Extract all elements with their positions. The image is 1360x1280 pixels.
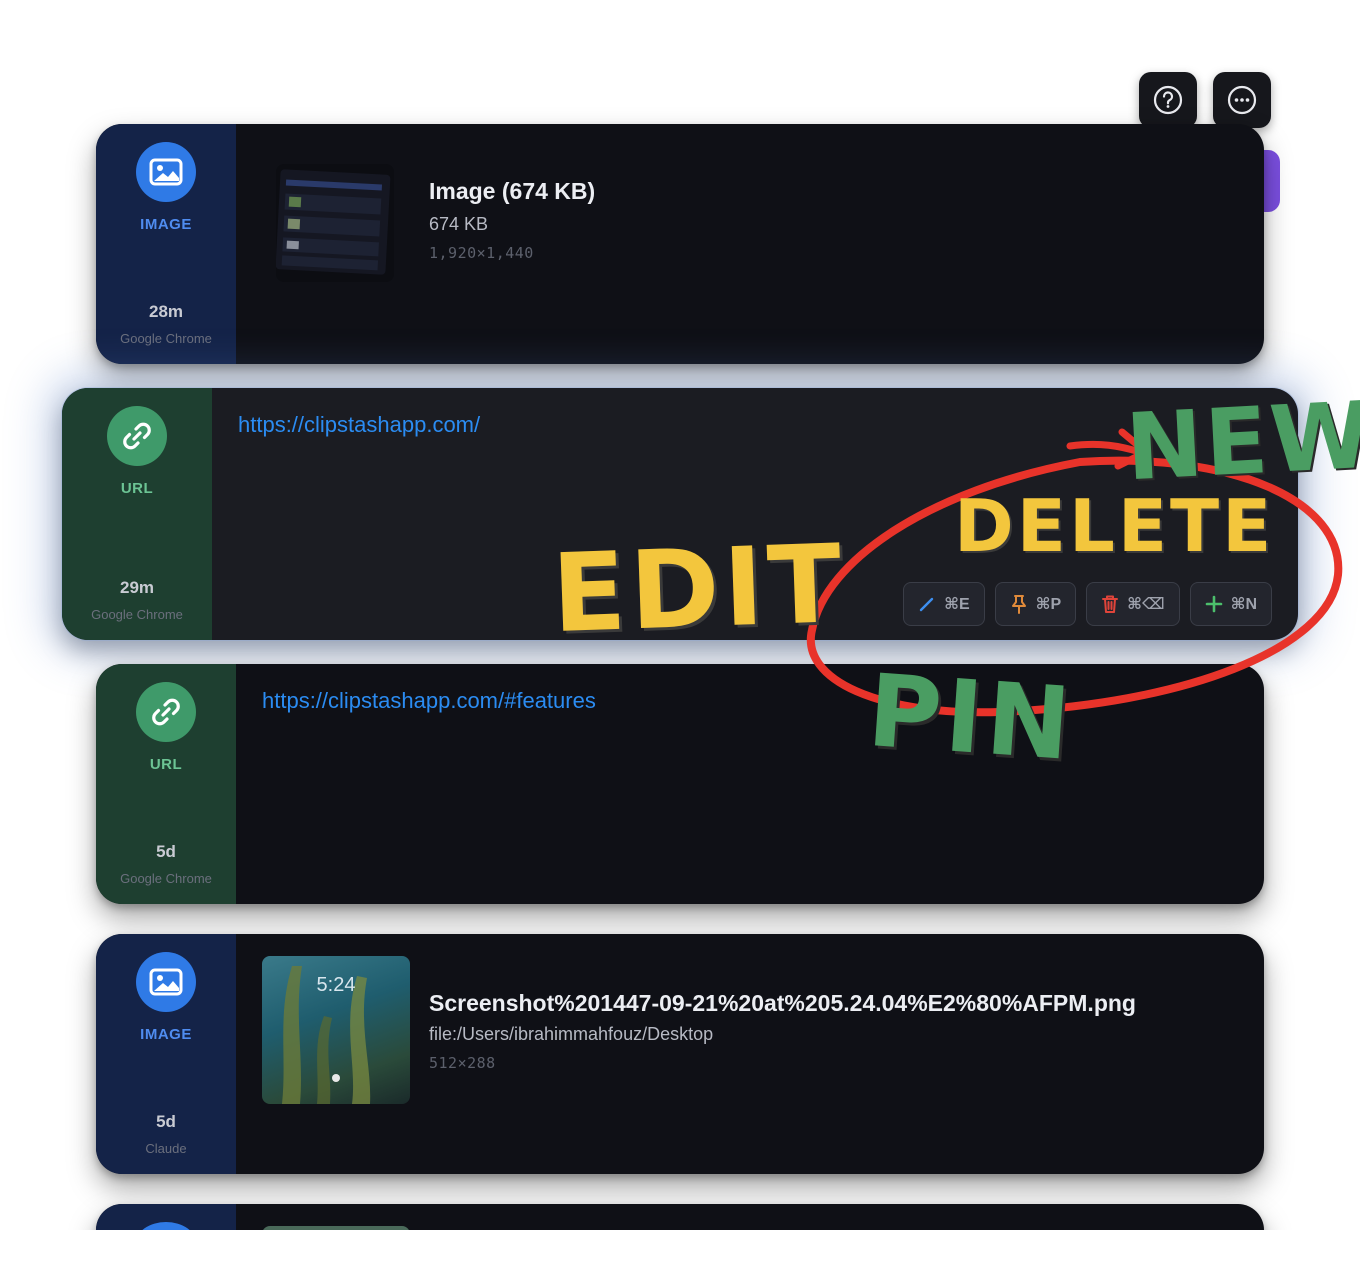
photo-icon (136, 952, 196, 1012)
clip-card[interactable]: IMAGE 5d Claude 5:24 Screenshot%201447-0… (96, 934, 1264, 1174)
clip-title: Screenshot%201447-09-21%20at%205.24.04%E… (429, 990, 1136, 1016)
clip-url[interactable]: https://clipstashapp.com/#features (262, 688, 596, 714)
clip-type-label: IMAGE (140, 1026, 192, 1043)
new-shortcut: ⌘N (1230, 596, 1257, 613)
clip-source-app: Google Chrome (120, 871, 212, 886)
pencil-icon (919, 597, 934, 612)
edit-shortcut: ⌘E (944, 596, 970, 613)
clip-actions: ⌘E ⌘P ⌘⌫ ⌘N (903, 582, 1272, 626)
clip-content: Image (674 KB) 674 KB 1,920×1,440 (236, 124, 1264, 364)
plus-icon (1205, 595, 1222, 613)
clip-thumbnail: 5:24 (262, 956, 410, 1104)
question-circle-icon (1153, 85, 1183, 115)
ellipsis-circle-icon (1227, 85, 1257, 115)
annotation-pin: PIN (864, 651, 1079, 784)
clip-age: 29m (119, 578, 155, 597)
annotation-edit: EDIT (549, 521, 848, 658)
clip-type-label: URL (149, 756, 183, 773)
clip-url[interactable]: https://clipstashapp.com/ (238, 412, 480, 438)
clip-title: Image (674 KB) (429, 178, 596, 204)
clip-card[interactable]: IMAGE 28m Google Chrome Image (674 KB) 6… (96, 124, 1264, 364)
help-button[interactable] (1139, 72, 1197, 128)
pin-icon (1011, 595, 1026, 614)
clip-content: https://clipstashapp.com/#features (236, 664, 1264, 904)
annotation-delete: DELETE (954, 484, 1275, 568)
link-icon (136, 682, 196, 742)
clip-type-label: URL (120, 480, 154, 497)
edit-button[interactable]: ⌘E (903, 582, 985, 626)
annotation-new: NEW (1123, 381, 1360, 502)
clip-source-app: Google Chrome (120, 331, 212, 346)
bottom-fade (0, 1230, 1360, 1280)
pin-shortcut: ⌘P (1035, 596, 1062, 613)
clip-card[interactable]: URL 5d Google Chrome https://clipstashap… (96, 664, 1264, 904)
clip-source-app: Google Chrome (91, 607, 183, 622)
clip-type-sidebar: URL 29m Google Chrome (62, 388, 212, 640)
clip-age: 5d (156, 1112, 176, 1131)
clip-type-sidebar: IMAGE 28m Google Chrome (96, 124, 236, 364)
clip-age: 5d (156, 842, 176, 861)
clip-type-sidebar: IMAGE 5d Claude (96, 934, 236, 1174)
clip-source-app: Claude (145, 1141, 187, 1156)
clip-thumbnail (276, 164, 394, 282)
trash-icon (1102, 595, 1119, 613)
clip-content: 5:24 Screenshot%201447-09-21%20at%205.24… (236, 934, 1264, 1174)
clip-size: 674 KB (429, 214, 489, 234)
clip-file-path: file:/Users/ibrahimmahfouz/Desktop (429, 1024, 714, 1044)
new-button[interactable]: ⌘N (1189, 582, 1272, 626)
clip-dimensions: 1,920×1,440 (429, 244, 534, 262)
clip-age: 28m (148, 302, 184, 321)
more-button[interactable] (1213, 72, 1271, 128)
pin-button[interactable]: ⌘P (994, 582, 1077, 626)
clip-type-sidebar: URL 5d Google Chrome (96, 664, 236, 904)
clip-dimensions: 512×288 (429, 1054, 496, 1072)
delete-button[interactable]: ⌘⌫ (1086, 582, 1180, 626)
delete-shortcut: ⌘⌫ (1127, 596, 1165, 613)
photo-icon (136, 142, 196, 202)
clip-type-label: IMAGE (140, 216, 192, 233)
thumbnail-lock-time: 5:24 (316, 974, 356, 996)
link-icon (107, 406, 167, 466)
